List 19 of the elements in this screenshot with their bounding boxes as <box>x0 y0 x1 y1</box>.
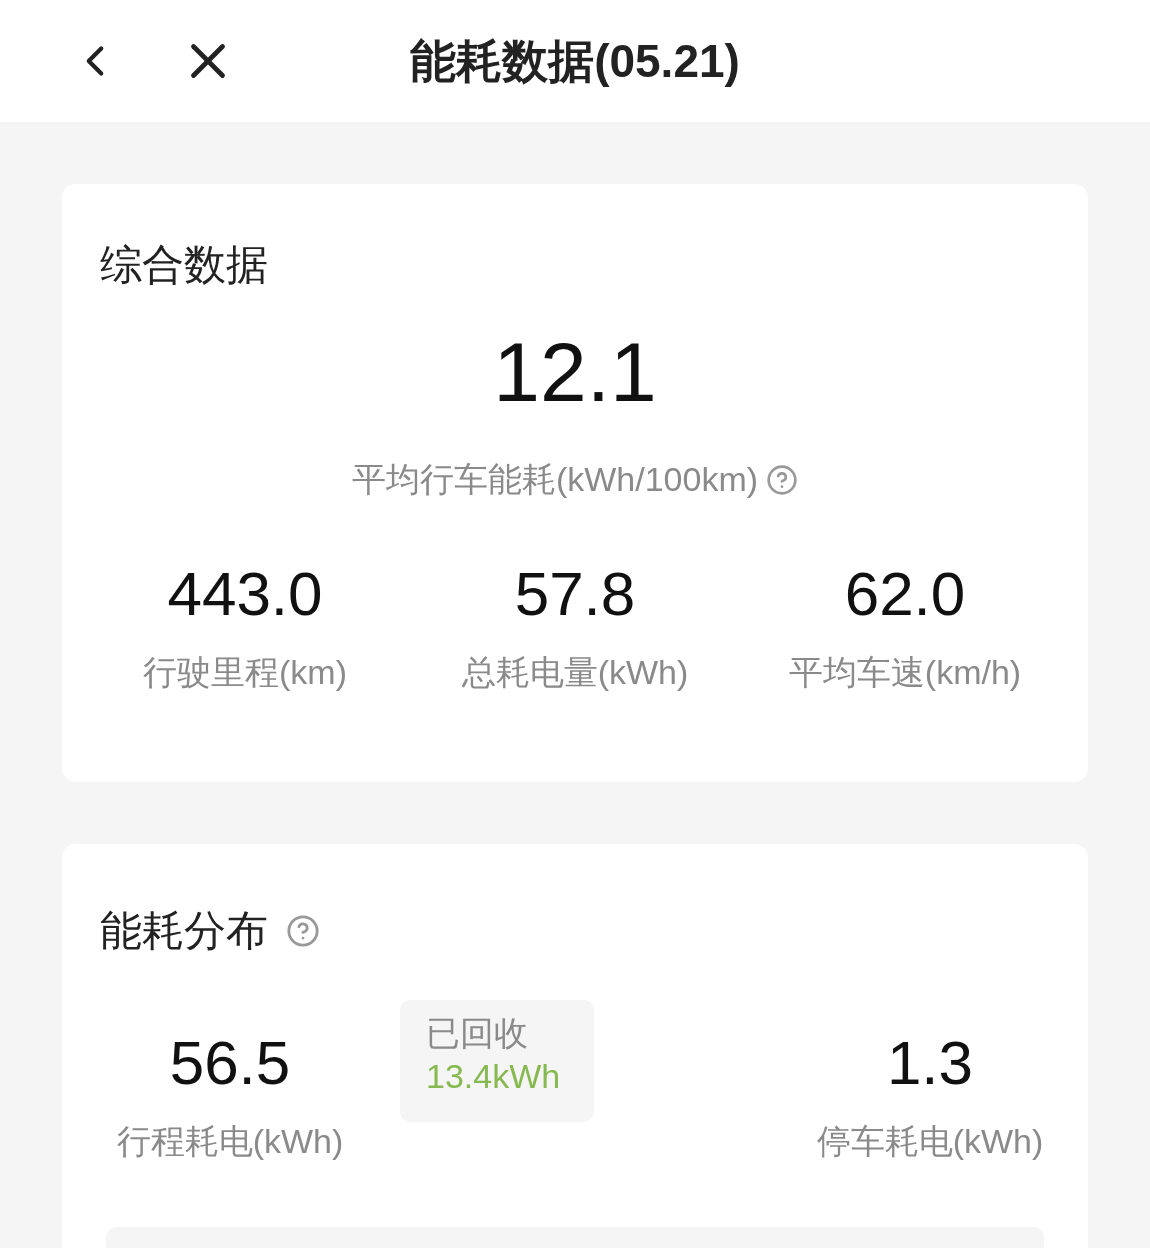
stat-label: 平均车速(km/h) <box>788 652 1022 693</box>
stat-value: 56.5 <box>169 1032 291 1094</box>
stat-value: 57.8 <box>514 563 636 625</box>
stat-value: 62.0 <box>844 563 966 625</box>
help-icon[interactable] <box>766 463 799 496</box>
stat-value: 1.3 <box>886 1032 974 1094</box>
stat-label: 停车耗电(kWh) <box>816 1121 1044 1162</box>
stat-label: 行驶里程(km) <box>143 652 347 693</box>
page-title: 能耗数据(05.21) <box>410 33 740 89</box>
section-title: 综合数据 <box>100 244 269 286</box>
recovered-value: 13.4kWh <box>426 1055 562 1097</box>
main-label: 平均行车能耗(kWh/100km) <box>351 459 759 500</box>
stat-label: 总耗电量(kWh) <box>461 652 689 693</box>
main-value: 12.1 <box>493 330 657 414</box>
stat-value: 443.0 <box>167 563 323 625</box>
stat-label: 行程耗电(kWh) <box>116 1121 344 1162</box>
section-title: 能耗分布 <box>100 910 268 952</box>
recovered-label: 已回收 <box>426 1013 529 1054</box>
help-icon[interactable] <box>286 914 320 948</box>
